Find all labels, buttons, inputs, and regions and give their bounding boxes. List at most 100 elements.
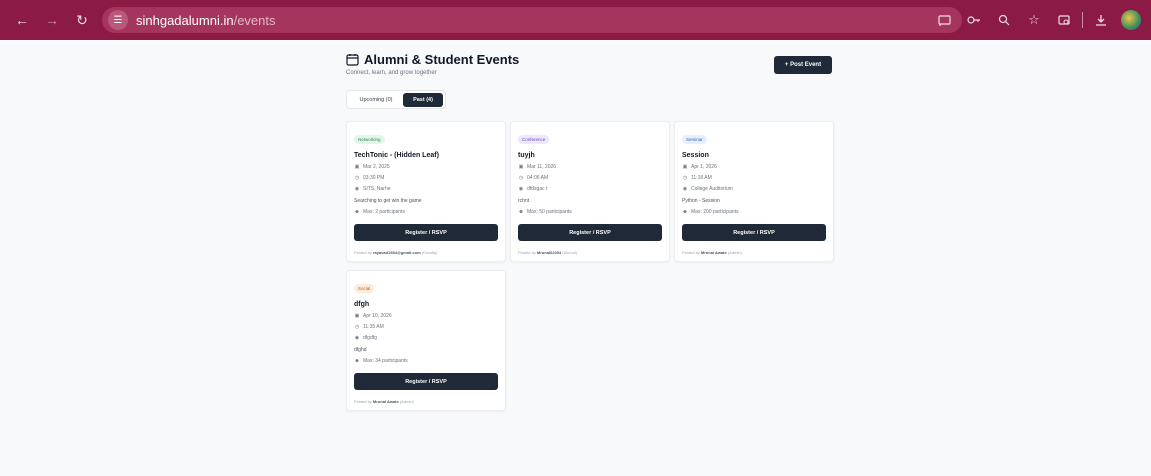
page-title: Alumni & Student Events: [364, 52, 520, 67]
poster-role: (Alumni): [562, 250, 578, 255]
time-text: 11:18 AM: [691, 175, 712, 181]
event-participants: ☻ Max: 2 participants: [354, 209, 498, 215]
cast-icon[interactable]: [932, 8, 956, 32]
event-title: dfgh: [354, 301, 370, 308]
location-pin-icon: ◉: [518, 186, 524, 192]
location-pin-icon: ◉: [354, 335, 360, 341]
password-key-icon[interactable]: [962, 8, 986, 32]
tab-past[interactable]: Past (4): [403, 92, 443, 107]
posted-by: Posted by Mrunal02004 (Alumni): [518, 250, 662, 255]
event-date: ▣ Mar 2, 2025: [354, 164, 498, 170]
calendar-icon: ▣: [354, 313, 360, 319]
participants-text: Max: 200 participants: [691, 209, 739, 215]
clock-icon: ◷: [518, 175, 524, 181]
date-text: Mar 2, 2025: [363, 164, 390, 170]
event-description: dfghd: [354, 347, 367, 353]
event-card: Networking TechTonic - (Hidden Leaf) ▣ Ma…: [346, 121, 506, 262]
location-pin-icon: ◉: [682, 186, 688, 192]
event-time: ◷ 03:30 PM: [354, 175, 498, 181]
event-card: Seminar Session ▣ Apr 1, 2026 ◷ 11:18 AM ◉…: [674, 121, 834, 262]
event-description: Python - Session: [682, 198, 720, 204]
event-time: ◷ 11:18 AM: [682, 175, 826, 181]
event-date: ▣ Apr 1, 2026: [682, 164, 826, 170]
register-rsvp-button[interactable]: Register / RSVP: [354, 224, 498, 241]
participants-text: Max: 50 participants: [527, 209, 572, 215]
address-bar[interactable]: ☰ sinhgadalumni.in/events: [102, 7, 962, 33]
event-location: ◉ SITS, Narhe: [354, 186, 498, 192]
url-path: /events: [233, 12, 276, 28]
posted-by: Posted by Mrunal Awate (Admin): [682, 250, 826, 255]
browser-toolbar: ← → ↻ ☰ sinhgadalumni.in/events ☆: [0, 0, 1151, 40]
location-text: dfdsgac t: [527, 186, 548, 192]
url-text[interactable]: sinhgadalumni.in/events: [136, 13, 276, 28]
event-description: Searching to get win the game: [354, 198, 422, 204]
post-event-button[interactable]: + Post Event: [774, 56, 832, 74]
calendar-icon: ▣: [518, 164, 524, 170]
register-rsvp-button[interactable]: Register / RSVP: [518, 224, 662, 241]
date-text: Apr 1, 2026: [691, 164, 717, 170]
users-icon: ☻: [354, 209, 360, 215]
time-text: 11:35 AM: [363, 324, 384, 330]
location-text: College Auditorium: [691, 186, 733, 192]
posted-prefix: Posted by: [518, 250, 536, 255]
event-title: Session: [682, 152, 709, 159]
event-location: ◉ dfgdfg: [354, 335, 498, 341]
event-date: ▣ Mar 11, 2026: [518, 164, 662, 170]
category-badge: Networking: [354, 135, 385, 144]
reload-icon[interactable]: ↻: [70, 8, 94, 32]
category-badge: Conference: [518, 135, 550, 144]
date-text: Apr 10, 2026: [363, 313, 392, 319]
posted-by: Posted by Mrunal Awate (Admin): [354, 399, 498, 404]
time-text: 03:30 PM: [363, 175, 385, 181]
calendar-icon: ▣: [354, 164, 360, 170]
tab-upcoming[interactable]: Upcoming (0): [349, 93, 403, 107]
posted-by: Posted by rayavad1984@gmail.com (Faculty…: [354, 250, 498, 255]
clock-icon: ◷: [354, 175, 360, 181]
participants-text: Max: 2 participants: [363, 209, 405, 215]
posted-prefix: Posted by: [354, 399, 372, 404]
event-location: ◉ dfdsgac t: [518, 186, 662, 192]
register-rsvp-button[interactable]: Register / RSVP: [354, 373, 498, 390]
forward-arrow-icon[interactable]: →: [40, 8, 64, 32]
users-icon: ☻: [682, 209, 688, 215]
users-icon: ☻: [354, 358, 360, 364]
page-header: Alumni & Student Events Connect, learn, …: [346, 52, 832, 92]
poster-name: rayavad1984@gmail.com: [372, 250, 421, 255]
participants-text: Max: 34 participants: [363, 358, 408, 364]
category-badge: Seminar: [682, 135, 707, 144]
users-icon: ☻: [518, 209, 524, 215]
calendar-icon: ▣: [682, 164, 688, 170]
page-subtitle: Connect, learn, and grow together: [346, 70, 437, 76]
poster-name: Mrunal02004: [536, 250, 562, 255]
event-date: ▣ Apr 10, 2026: [354, 313, 498, 319]
posted-prefix: Posted by: [682, 250, 700, 255]
site-info-icon[interactable]: ☰: [108, 10, 128, 30]
event-time: ◷ 04:06 AM: [518, 175, 662, 181]
back-arrow-icon[interactable]: ←: [10, 8, 34, 32]
events-page: Alumni & Student Events Connect, learn, …: [0, 40, 1151, 476]
url-host: sinhgadalumni.in: [136, 12, 234, 28]
screenshot-search-icon[interactable]: [1052, 8, 1076, 32]
bookmark-star-icon[interactable]: ☆: [1022, 8, 1046, 32]
zoom-icon[interactable]: [992, 8, 1016, 32]
event-description: rchnt: [518, 198, 530, 204]
location-pin-icon: ◉: [354, 186, 360, 192]
location-text: SITS, Narhe: [363, 186, 391, 192]
category-badge: Social: [354, 284, 375, 293]
clock-icon: ◷: [682, 175, 688, 181]
posted-prefix: Posted by: [354, 250, 372, 255]
calendar-icon: [346, 54, 359, 66]
download-icon[interactable]: [1089, 8, 1113, 32]
event-time: ◷ 11:35 AM: [354, 324, 498, 330]
time-text: 04:06 AM: [527, 175, 549, 181]
location-text: dfgdfg: [363, 335, 377, 341]
profile-avatar[interactable]: [1121, 10, 1141, 30]
poster-role: (Faculty): [421, 250, 438, 255]
poster-role: (Admin): [727, 250, 742, 255]
register-rsvp-button[interactable]: Register / RSVP: [682, 224, 826, 241]
date-text: Mar 11, 2026: [527, 164, 557, 170]
event-location: ◉ College Auditorium: [682, 186, 826, 192]
event-participants: ☻ Max: 50 participants: [518, 209, 662, 215]
event-participants: ☻ Max: 34 participants: [354, 358, 498, 364]
event-title: tuyjh: [518, 152, 535, 159]
